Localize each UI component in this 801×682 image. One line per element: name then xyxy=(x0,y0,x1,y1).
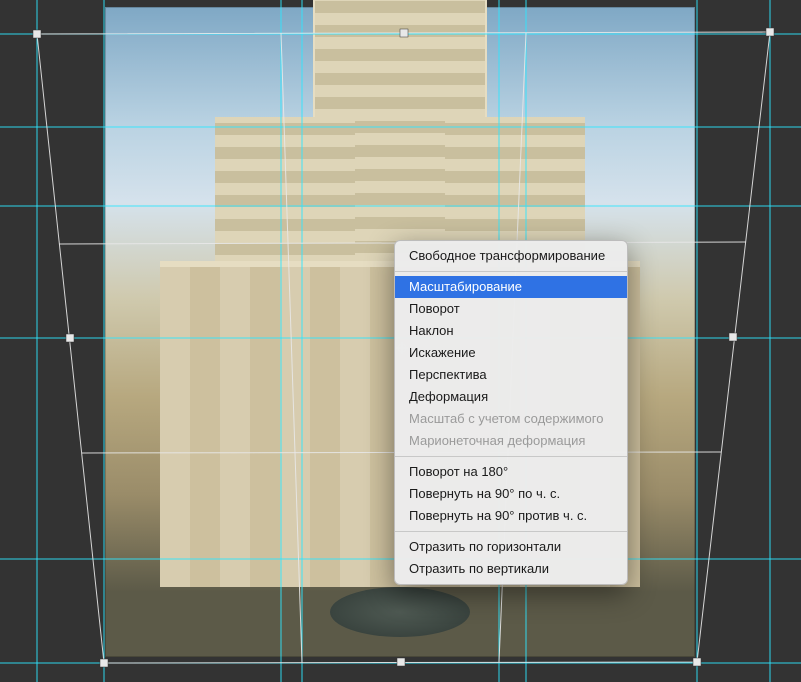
editor-canvas[interactable]: Свободное трансформирование Масштабирован… xyxy=(0,0,801,682)
handle-mid-left[interactable] xyxy=(66,334,74,342)
menu-item-skew[interactable]: Наклон xyxy=(395,320,627,342)
menu-item-scale[interactable]: Масштабирование xyxy=(395,276,627,298)
menu-item-rotate[interactable]: Поворот xyxy=(395,298,627,320)
handle-bottom-right[interactable] xyxy=(693,658,701,666)
menu-item-perspective[interactable]: Перспектива xyxy=(395,364,627,386)
handle-bottom-left[interactable] xyxy=(100,659,108,667)
menu-separator xyxy=(395,271,627,272)
handle-top-left[interactable] xyxy=(33,30,41,38)
menu-item-rotate-cw[interactable]: Повернуть на 90° по ч. с. xyxy=(395,483,627,505)
menu-item-flip-v[interactable]: Отразить по вертикали xyxy=(395,558,627,580)
menu-item-content-aware-scale: Масштаб с учетом содержимого xyxy=(395,408,627,430)
menu-item-rotate-ccw[interactable]: Повернуть на 90° против ч. с. xyxy=(395,505,627,527)
menu-separator xyxy=(395,456,627,457)
handle-bottom-mid[interactable] xyxy=(397,658,405,666)
menu-item-warp[interactable]: Деформация xyxy=(395,386,627,408)
handle-mid-right[interactable] xyxy=(729,333,737,341)
menu-item-rotate-180[interactable]: Поворот на 180° xyxy=(395,461,627,483)
menu-item-puppet-warp: Марионеточная деформация xyxy=(395,430,627,452)
transform-context-menu[interactable]: Свободное трансформирование Масштабирован… xyxy=(394,240,628,585)
menu-item-distort[interactable]: Искажение xyxy=(395,342,627,364)
menu-separator xyxy=(395,531,627,532)
handle-top-mid[interactable] xyxy=(400,29,408,37)
menu-item-free-transform[interactable]: Свободное трансформирование xyxy=(395,245,627,267)
handle-top-right[interactable] xyxy=(766,28,774,36)
menu-item-flip-h[interactable]: Отразить по горизонтали xyxy=(395,536,627,558)
